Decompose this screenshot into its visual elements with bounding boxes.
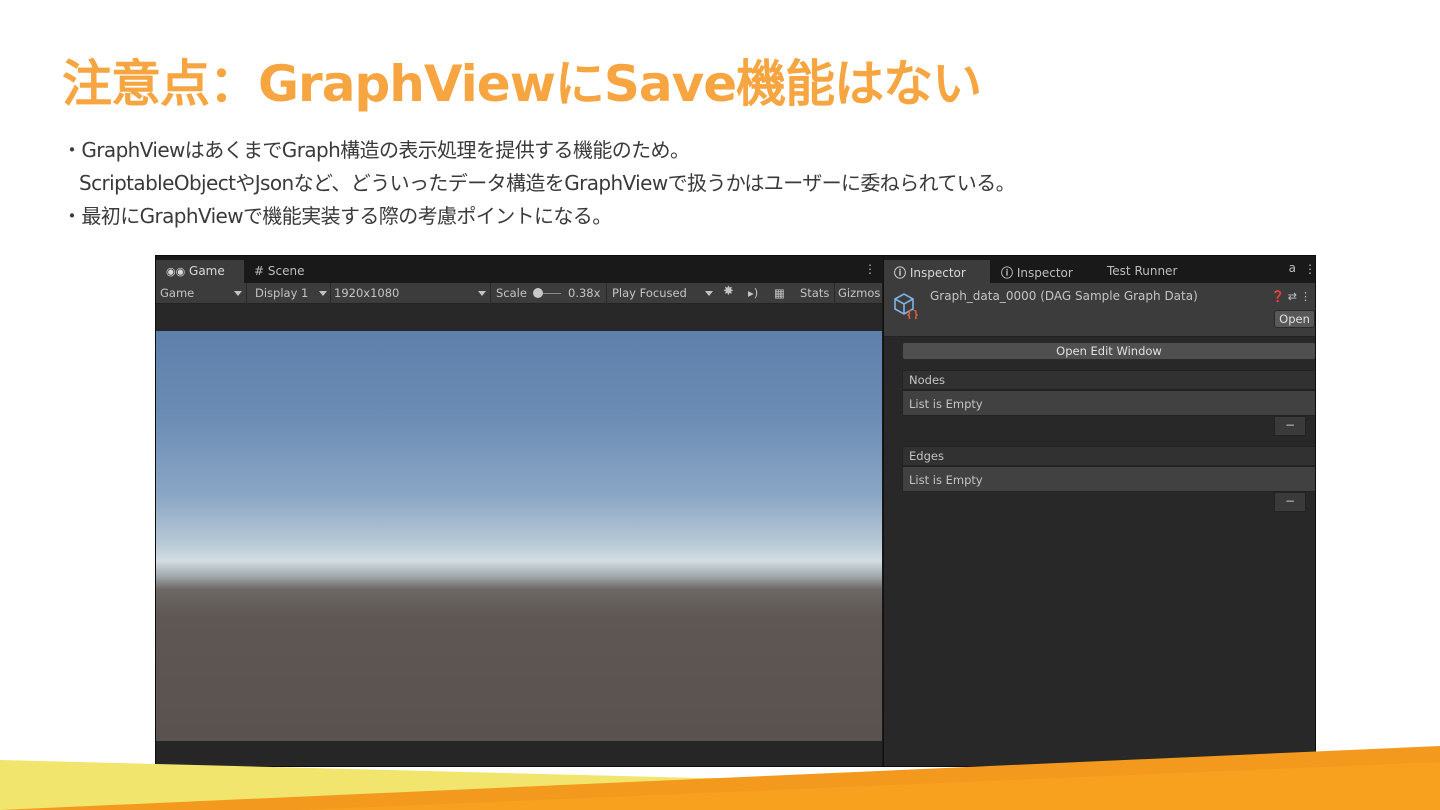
edges-list-body: List is Empty — [902, 466, 1315, 492]
gizmos-button[interactable]: Gizmos — [838, 286, 880, 300]
tab-inspector-2[interactable]: ⓘ Inspector — [991, 260, 1083, 283]
bullet-item: ・GraphViewはあくまでGraph構造の表示処理を提供する機能のため。 — [62, 138, 690, 162]
toolbar-divider — [490, 283, 491, 304]
keyboard-icon[interactable]: ▦ — [774, 286, 785, 300]
view-select[interactable]: Game — [160, 286, 194, 300]
edges-list-header[interactable]: Edges — [902, 446, 1315, 466]
tab-game[interactable]: ◉◉ Game — [156, 260, 244, 283]
scale-slider-handle[interactable] — [533, 288, 543, 298]
header-icons: ❓⇄⋮ — [1271, 290, 1314, 303]
inspector-panel: ⓘ Inspector ⓘ Inspector Test Runner а ⋮ … — [883, 256, 1315, 766]
scale-value: 0.38x — [568, 286, 601, 300]
more-options-icon[interactable]: ⋮ — [1304, 262, 1315, 276]
nodes-list-header[interactable]: Nodes — [902, 370, 1315, 390]
tab-scene[interactable]: # Scene — [244, 260, 314, 283]
more-options-icon[interactable]: ⋮ — [1300, 290, 1314, 303]
info-icon: ⓘ — [1001, 266, 1014, 280]
stats-button[interactable]: Stats — [800, 286, 829, 300]
more-options-icon[interactable]: ⋮ — [864, 262, 876, 276]
bullet-list: ・GraphViewはあくまでGraph構造の表示処理を提供する機能のため。 S… — [62, 134, 1016, 233]
game-panel: ◉◉ Game # Scene ⋮ Game Display 1 1920x10… — [156, 256, 882, 766]
scale-label: Scale — [496, 286, 527, 300]
open-button[interactable]: Open — [1274, 310, 1315, 328]
chevron-down-icon — [234, 291, 242, 296]
audio-mute-icon[interactable]: ▸) — [748, 286, 758, 300]
toolbar-divider — [834, 283, 835, 304]
resolution-select[interactable]: 1920x1080 — [334, 286, 399, 300]
game-toolbar: Game Display 1 1920x1080 Scale 0.38x Pla… — [156, 283, 882, 304]
remove-node-button[interactable]: − — [1274, 416, 1306, 436]
decorative-footer-wave — [0, 746, 1440, 810]
chevron-down-icon — [478, 291, 486, 296]
svg-text:{}: {} — [906, 308, 918, 319]
remove-edge-button[interactable]: − — [1274, 492, 1306, 512]
asset-name: Graph_data_0000 (DAG Sample Graph Data) — [930, 289, 1198, 303]
info-icon: ⓘ — [894, 266, 907, 280]
toolbar-divider — [246, 283, 247, 304]
gamepad-icon: ◉◉ — [166, 265, 186, 278]
toolbar-divider — [330, 283, 331, 304]
game-viewport[interactable] — [156, 331, 882, 741]
slide-title: 注意点：GraphViewにSave機能はない — [62, 55, 982, 113]
asset-header: {} Graph_data_0000 (DAG Sample Graph Dat… — [884, 283, 1315, 337]
unity-editor-screenshot: ◉◉ Game # Scene ⋮ Game Display 1 1920x10… — [155, 255, 1316, 767]
grid-icon: # — [254, 264, 265, 278]
lock-icon[interactable]: а — [1289, 261, 1296, 275]
game-tabbar: ◉◉ Game # Scene ⋮ — [156, 256, 882, 283]
bullet-item: ScriptableObjectやJsonなど、どういったデータ構造をGraph… — [79, 171, 1016, 195]
help-icon[interactable]: ❓ — [1271, 290, 1288, 303]
play-mode-select[interactable]: Play Focused — [612, 286, 687, 300]
display-select[interactable]: Display 1 — [255, 286, 308, 300]
presets-icon[interactable]: ⇄ — [1288, 290, 1300, 303]
nodes-list-body: List is Empty — [902, 390, 1315, 416]
chevron-down-icon — [705, 291, 713, 296]
toolbar-divider — [606, 283, 607, 304]
tab-inspector[interactable]: ⓘ Inspector — [884, 260, 990, 283]
bug-icon[interactable]: ✸ — [723, 284, 734, 299]
inspector-tabbar: ⓘ Inspector ⓘ Inspector Test Runner а ⋮ — [884, 256, 1315, 283]
bullet-item: ・最初にGraphViewで機能実装する際の考慮ポイントになる。 — [62, 204, 612, 228]
scriptable-object-icon: {} — [894, 293, 918, 319]
tab-test-runner[interactable]: Test Runner — [1097, 260, 1187, 283]
chevron-down-icon — [319, 291, 327, 296]
open-edit-window-button[interactable]: Open Edit Window — [902, 342, 1315, 360]
